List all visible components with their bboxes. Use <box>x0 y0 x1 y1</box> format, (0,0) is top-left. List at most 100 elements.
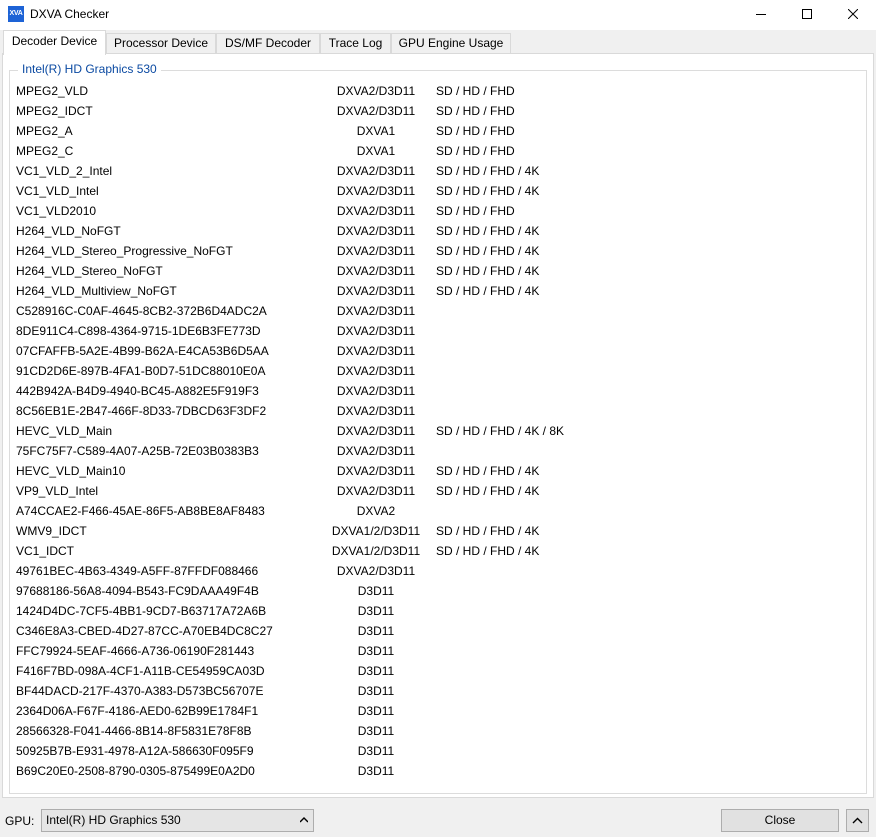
decoder-row: H264_VLD_Stereo_Progressive_NoFGT DXVA2/D… <box>16 241 636 261</box>
decoder-resolutions: SD / HD / FHD / 4K <box>436 244 540 258</box>
decoder-api: DXVA2/D3D11 <box>336 204 416 218</box>
decoder-name: 07CFAFFB-5A2E-4B99-B62A-E4CA53B6D5AA <box>16 344 269 358</box>
decoder-api: DXVA2/D3D11 <box>336 264 416 278</box>
tab-strip: Decoder Device Processor Device DS/MF De… <box>0 30 876 55</box>
tab-ds-mf-decoder[interactable]: DS/MF Decoder <box>216 33 320 54</box>
decoder-row: VP9_VLD_Intel DXVA2/D3D11 SD / HD / FHD / … <box>16 481 636 501</box>
decoder-name: VP9_VLD_Intel <box>16 484 99 498</box>
decoder-api: DXVA2/D3D11 <box>336 304 416 318</box>
decoder-name: A74CCAE2-F466-45AE-86F5-AB8BE8AF8483 <box>16 504 265 518</box>
decoder-row: 75FC75F7-C589-4A07-A25B-72E03B0383B3 DXVA… <box>16 441 636 461</box>
decoder-resolutions: SD / HD / FHD / 4K <box>436 464 540 478</box>
title-bar: XVA DXVA Checker <box>0 0 876 30</box>
tab-processor-device[interactable]: Processor Device <box>106 33 216 54</box>
decoder-api: D3D11 <box>357 584 395 598</box>
decoder-api: D3D11 <box>357 724 395 738</box>
decoder-row: C528916C-C0AF-4645-8CB2-372B6D4ADC2A DXVA… <box>16 301 636 321</box>
decoder-row: C346E8A3-CBED-4D27-87CC-A70EB4DC8C27 D3D1… <box>16 621 636 641</box>
decoder-row: MPEG2_C DXVA1 SD / HD / FHD <box>16 141 636 161</box>
decoder-api: DXVA2/D3D11 <box>336 284 416 298</box>
decoder-api: DXVA2/D3D11 <box>336 484 416 498</box>
decoder-api: DXVA2 <box>356 504 396 518</box>
decoder-row: VC1_VLD_Intel DXVA2/D3D11 SD / HD / FHD / … <box>16 181 636 201</box>
decoder-row: VC1_VLD_2_Intel DXVA2/D3D11 SD / HD / FHD … <box>16 161 636 181</box>
decoder-name: HEVC_VLD_Main10 <box>16 464 126 478</box>
decoder-resolutions: SD / HD / FHD <box>436 124 515 138</box>
decoder-row: 97688186-56A8-4094-B543-FC9DAAA49F4B D3D1… <box>16 581 636 601</box>
decoder-row: 28566328-F041-4466-8B14-8F5831E78F8B D3D1… <box>16 721 636 741</box>
decoder-resolutions: SD / HD / FHD / 4K / 8K <box>436 424 565 438</box>
decoder-api: DXVA2/D3D11 <box>336 184 416 198</box>
decoder-api: DXVA2/D3D11 <box>336 324 416 338</box>
decoder-row: HEVC_VLD_Main DXVA2/D3D11 SD / HD / FHD / … <box>16 421 636 441</box>
decoder-row: 50925B7B-E931-4978-A12A-586630F095F9 D3D1… <box>16 741 636 761</box>
chevron-up-icon <box>852 817 863 824</box>
decoder-name: VC1_VLD_2_Intel <box>16 164 113 178</box>
decoder-name: C346E8A3-CBED-4D27-87CC-A70EB4DC8C27 <box>16 624 273 638</box>
decoder-api: D3D11 <box>357 704 395 718</box>
decoder-name: H264_VLD_Stereo_NoFGT <box>16 264 163 278</box>
decoder-api: DXVA2/D3D11 <box>336 344 416 358</box>
decoder-name: 75FC75F7-C589-4A07-A25B-72E03B0383B3 <box>16 444 259 458</box>
decoder-name: C528916C-C0AF-4645-8CB2-372B6D4ADC2A <box>16 304 267 318</box>
decoder-api: D3D11 <box>357 684 395 698</box>
decoder-api: DXVA2/D3D11 <box>336 404 416 418</box>
decoder-api: D3D11 <box>357 644 395 658</box>
window-title: DXVA Checker <box>30 7 110 21</box>
decoder-name: BF44DACD-217F-4370-A383-D573BC56707E <box>16 684 264 698</box>
tab-decoder-device[interactable]: Decoder Device <box>3 30 106 55</box>
decoder-name: 442B942A-B4D9-4940-BC45-A882E5F919F3 <box>16 384 259 398</box>
decoder-api: DXVA2/D3D11 <box>336 464 416 478</box>
decoder-resolutions: SD / HD / FHD <box>436 104 515 118</box>
tab-trace-log[interactable]: Trace Log <box>320 33 391 54</box>
minimize-button[interactable] <box>738 0 784 30</box>
decoder-row: VC1_IDCT DXVA1/2/D3D11 SD / HD / FHD / 4K <box>16 541 636 561</box>
decoder-api: DXVA2/D3D11 <box>336 564 416 578</box>
decoder-name: VC1_VLD_Intel <box>16 184 99 198</box>
decoder-row: 1424D4DC-7CF5-4BB1-9CD7-B63717A72A6B D3D1… <box>16 601 636 621</box>
footer-bar: GPU: Intel(R) HD Graphics 530 Close <box>0 800 876 837</box>
decoder-row: 8C56EB1E-2B47-466F-8D33-7DBCD63F3DF2 DXVA… <box>16 401 636 421</box>
decoder-name: H264_VLD_NoFGT <box>16 224 121 238</box>
decoder-api: DXVA2/D3D11 <box>336 444 416 458</box>
tab-gpu-engine-usage[interactable]: GPU Engine Usage <box>391 33 511 54</box>
decoder-row: WMV9_IDCT DXVA1/2/D3D11 SD / HD / FHD / 4K <box>16 521 636 541</box>
gpu-select[interactable]: Intel(R) HD Graphics 530 <box>41 809 314 832</box>
decoder-name: 50925B7B-E931-4978-A12A-586630F095F9 <box>16 744 254 758</box>
decoder-api: DXVA2/D3D11 <box>336 104 416 118</box>
decoder-row: A74CCAE2-F466-45AE-86F5-AB8BE8AF8483 DXVA… <box>16 501 636 521</box>
decoder-api: D3D11 <box>357 764 395 778</box>
collapse-button[interactable] <box>846 809 869 832</box>
decoder-resolutions: SD / HD / FHD / 4K <box>436 284 540 298</box>
decoder-name: 1424D4DC-7CF5-4BB1-9CD7-B63717A72A6B <box>16 604 267 618</box>
decoder-name: MPEG2_C <box>16 144 74 158</box>
decoder-name: MPEG2_VLD <box>16 84 89 98</box>
decoder-api: DXVA1/2/D3D11 <box>331 524 421 538</box>
decoder-name: 91CD2D6E-897B-4FA1-B0D7-51DC88010E0A <box>16 364 266 378</box>
decoder-row: H264_VLD_Stereo_NoFGT DXVA2/D3D11 SD / HD … <box>16 261 636 281</box>
decoder-name: 8DE911C4-C898-4364-9715-1DE6B3FE773D <box>16 324 261 338</box>
maximize-button[interactable] <box>784 0 830 30</box>
decoder-row: F416F7BD-098A-4CF1-A11B-CE54959CA03D D3D1… <box>16 661 636 681</box>
decoder-name: F416F7BD-098A-4CF1-A11B-CE54959CA03D <box>16 664 265 678</box>
decoder-row: 49761BEC-4B63-4349-A5FF-87FFDF088466 DXVA… <box>16 561 636 581</box>
decoder-row: H264_VLD_NoFGT DXVA2/D3D11 SD / HD / FHD /… <box>16 221 636 241</box>
decoder-row: FFC79924-5EAF-4666-A736-06190F281443 D3D1… <box>16 641 636 661</box>
decoder-row: MPEG2_A DXVA1 SD / HD / FHD <box>16 121 636 141</box>
decoder-row: 07CFAFFB-5A2E-4B99-B62A-E4CA53B6D5AA DXVA… <box>16 341 636 361</box>
close-button[interactable]: Close <box>721 809 839 832</box>
decoder-row: BF44DACD-217F-4370-A383-D573BC56707E D3D1… <box>16 681 636 701</box>
close-window-button[interactable] <box>830 0 876 30</box>
decoder-name: 28566328-F041-4466-8B14-8F5831E78F8B <box>16 724 252 738</box>
decoder-name: MPEG2_IDCT <box>16 104 93 118</box>
decoder-row: 2364D06A-F67F-4186-AED0-62B99E1784F1 D3D1… <box>16 701 636 721</box>
decoder-row: B69C20E0-2508-8790-0305-875499E0A2D0 D3D1… <box>16 761 636 781</box>
decoder-resolutions: SD / HD / FHD <box>436 84 515 98</box>
decoder-name: 8C56EB1E-2B47-466F-8D33-7DBCD63F3DF2 <box>16 404 267 418</box>
decoder-api: DXVA1 <box>356 124 396 138</box>
decoder-api: DXVA2/D3D11 <box>336 244 416 258</box>
decoder-resolutions: SD / HD / FHD / 4K <box>436 164 540 178</box>
groupbox-title: Intel(R) HD Graphics 530 <box>18 62 161 77</box>
decoder-name: B69C20E0-2508-8790-0305-875499E0A2D0 <box>16 764 255 778</box>
decoder-api: DXVA1/2/D3D11 <box>331 544 421 558</box>
